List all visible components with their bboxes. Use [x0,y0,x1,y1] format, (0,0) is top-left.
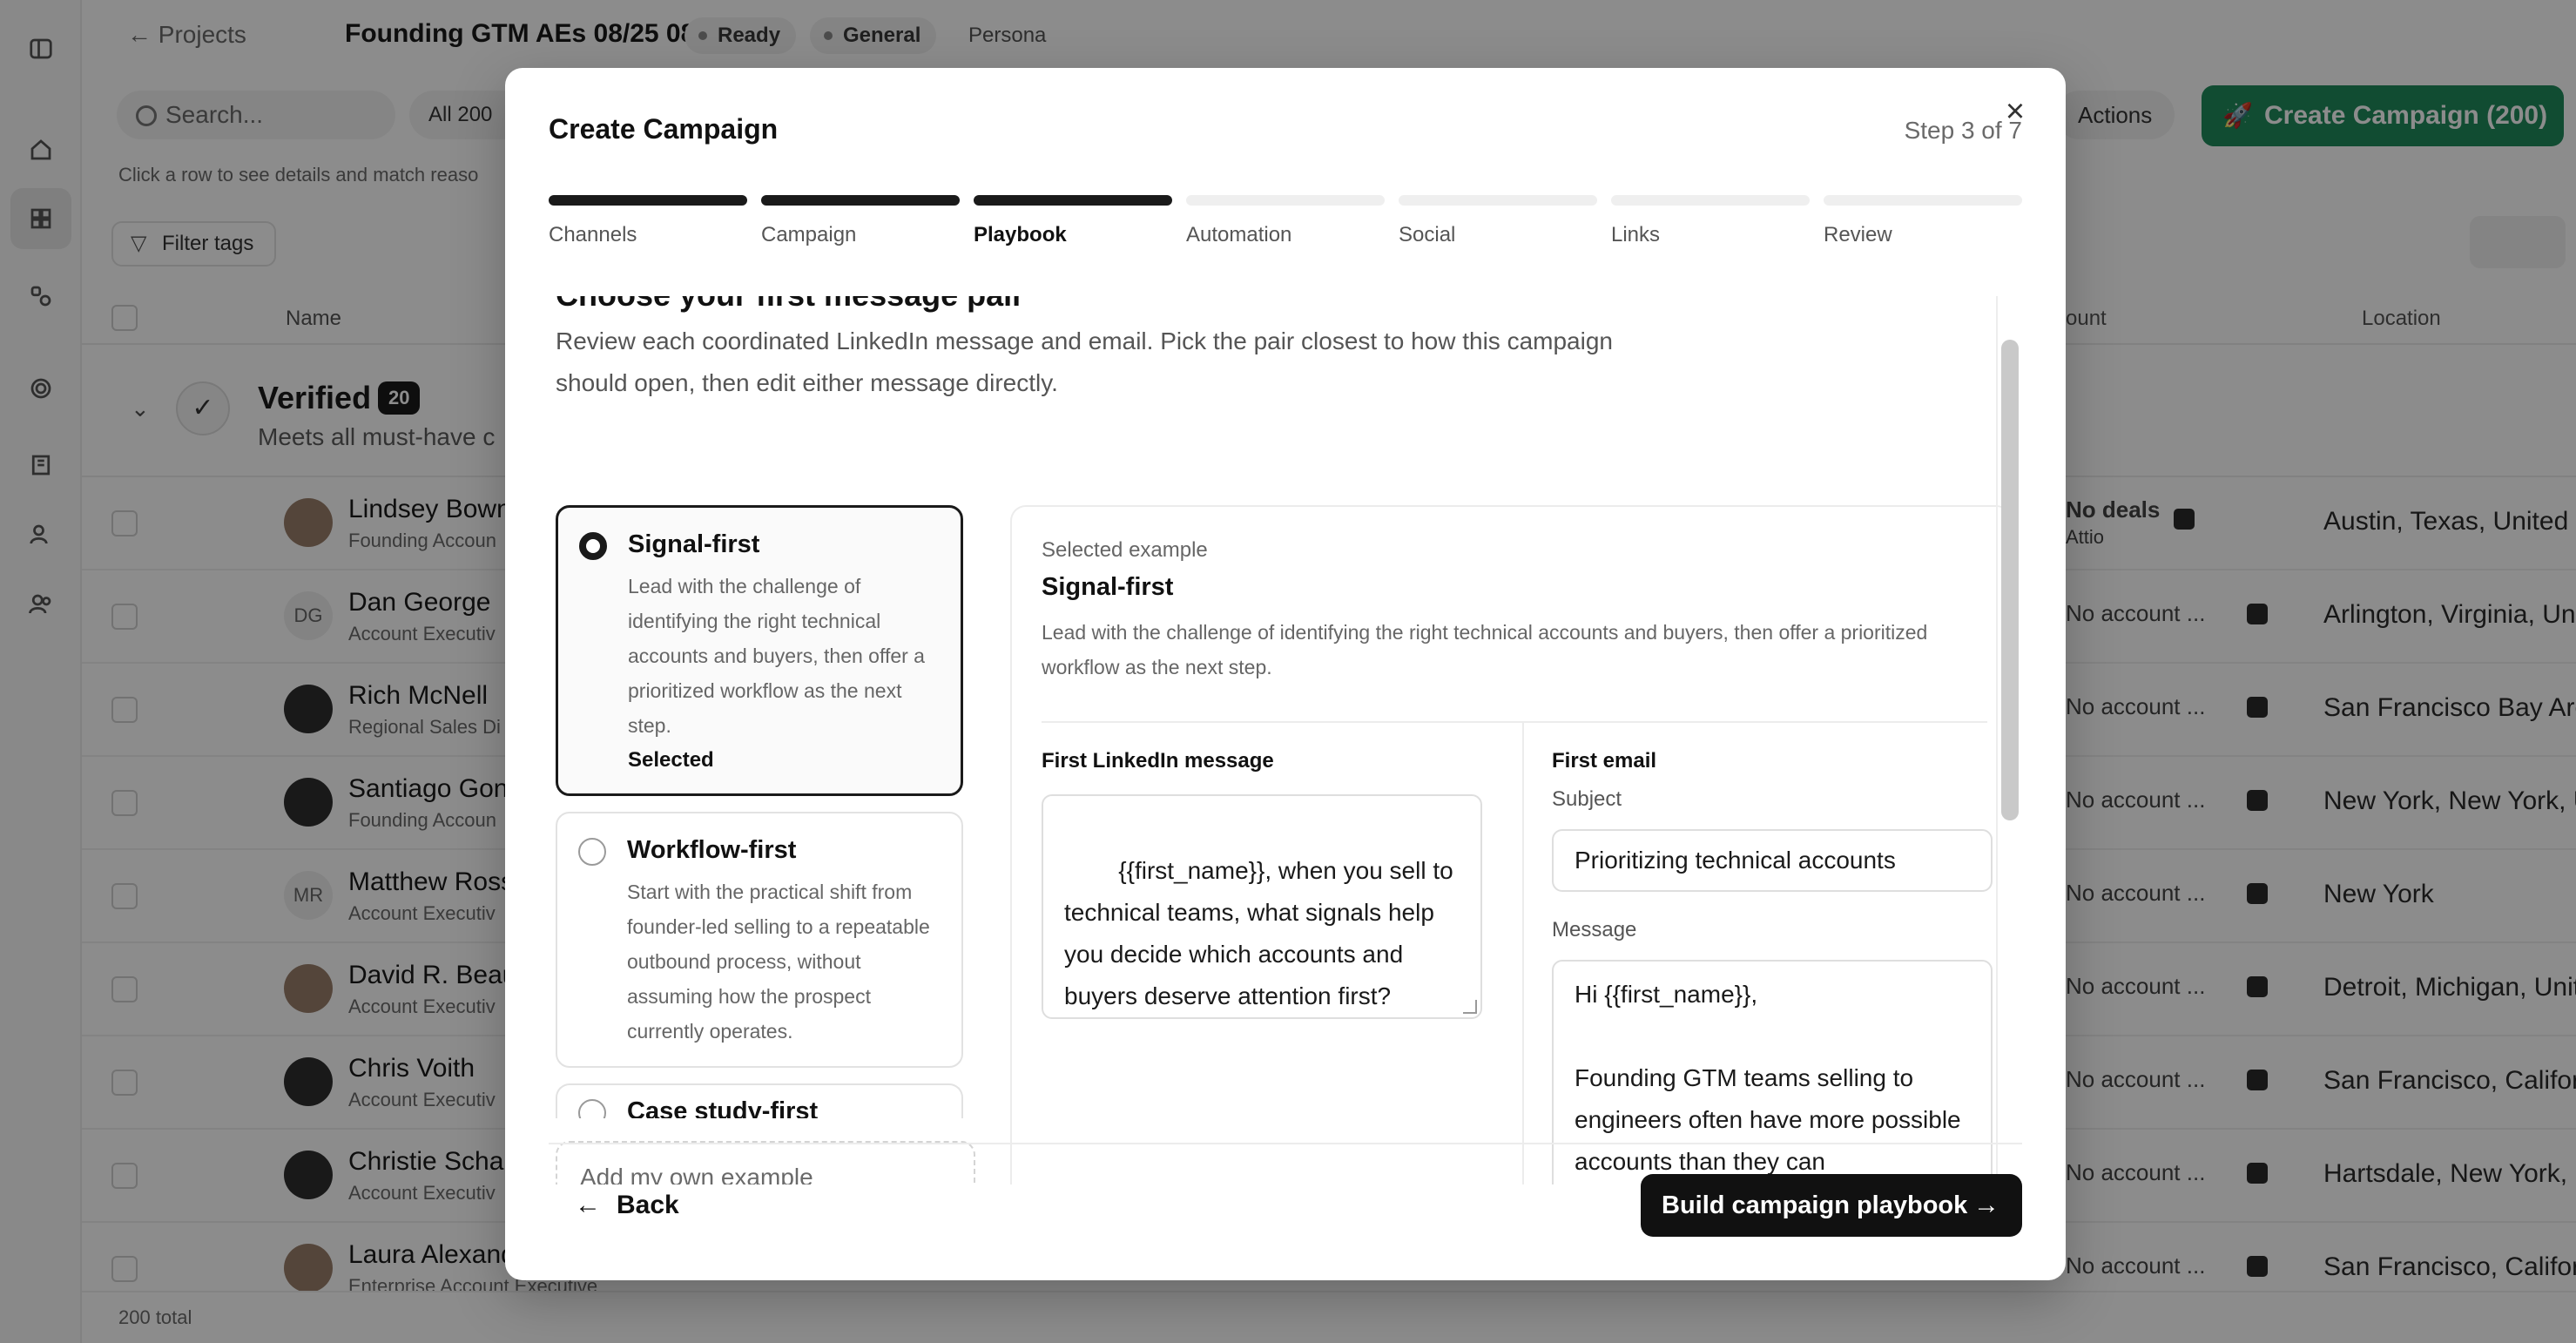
option-description: Start with the practical shift from foun… [627,881,930,1043]
section-description: Review each coordinated LinkedIn message… [556,327,1613,396]
resize-handle-icon[interactable] [1463,1000,1477,1014]
email-message-textarea[interactable]: Hi {{first_name}}, Founding GTM teams se… [1552,960,1993,1184]
detail-title: Signal-first [1042,573,1174,601]
step-links[interactable]: Links [1611,195,1810,247]
step-playbook[interactable]: Playbook [974,195,1172,247]
subject-input[interactable]: Prioritizing technical accounts [1552,829,1993,892]
step-bar [1824,195,2022,206]
linkedin-message-textarea[interactable]: {{first_name}}, when you sell to technic… [1042,794,1482,1019]
step-bar [974,195,1172,206]
step-channels[interactable]: Channels [549,195,747,247]
arrow-left-icon: ← [575,1191,601,1219]
step-campaign[interactable]: Campaign [761,195,960,247]
option-signal-first[interactable]: Signal-first Lead with the challenge of … [556,505,963,796]
step-automation[interactable]: Automation [1186,195,1385,247]
step-bar [1611,195,1810,206]
step-label: Review [1824,223,1892,246]
radio-selected[interactable] [579,532,607,560]
step-bar [1186,195,1385,206]
step-review[interactable]: Review [1824,195,2022,247]
divider [1522,723,1524,1184]
step-label: Automation [1186,223,1292,246]
step-label: Channels [549,223,637,246]
scrollbar-thumb[interactable] [2001,340,2019,820]
step-label: Playbook [974,223,1067,246]
step-label: Social [1399,223,1456,246]
email-label: First email [1552,749,1657,773]
modal-title: Create Campaign [549,113,779,145]
step-bar [549,195,747,206]
back-button[interactable]: ← Back [549,1174,700,1237]
close-icon[interactable]: × [1996,92,2034,131]
back-label: Back [617,1191,679,1219]
stepper: Channels Campaign Playbook Automation So… [549,195,2022,247]
step-bar [761,195,960,206]
option-workflow-first[interactable]: Workflow-first Start with the practical … [556,812,963,1068]
step-label: Campaign [761,223,857,246]
message-label: Message [1552,918,1637,941]
step-bar [1399,195,1597,206]
divider [549,1143,2022,1144]
subject-label: Subject [1552,787,1622,811]
option-third[interactable]: Case study-first [556,1083,963,1118]
modal-scroll-area[interactable]: Choose your first message pair Review ea… [549,296,2022,1184]
section-heading: Choose your first message pair [556,296,1024,314]
option-title: Signal-first [628,530,760,558]
build-label: Build campaign playbook [1662,1191,1968,1219]
detail-kicker: Selected example [1042,538,1208,562]
arrow-right-icon: → [1973,1191,1999,1219]
option-title: Workflow-first [627,836,797,864]
selected-example-panel: Selected example Signal-first Lead with … [1010,505,2012,1184]
radio-unselected[interactable] [578,1099,606,1118]
detail-description: Lead with the challenge of identifying t… [1042,621,1928,678]
option-description: Lead with the challenge of identifying t… [628,575,925,737]
step-label: Links [1611,223,1661,246]
selected-label: Selected [628,748,714,772]
radio-unselected[interactable] [578,838,606,866]
step-social[interactable]: Social [1399,195,1597,247]
linkedin-message-text: {{first_name}}, when you sell to technic… [1064,857,1460,1009]
option-title: Case study-first [627,1097,819,1118]
create-campaign-modal: Create Campaign Step 3 of 7 × Channels C… [505,68,2066,1280]
divider [1042,721,1987,723]
linkedin-label: First LinkedIn message [1042,749,1274,773]
build-campaign-playbook-button[interactable]: Build campaign playbook → [1641,1174,2022,1237]
